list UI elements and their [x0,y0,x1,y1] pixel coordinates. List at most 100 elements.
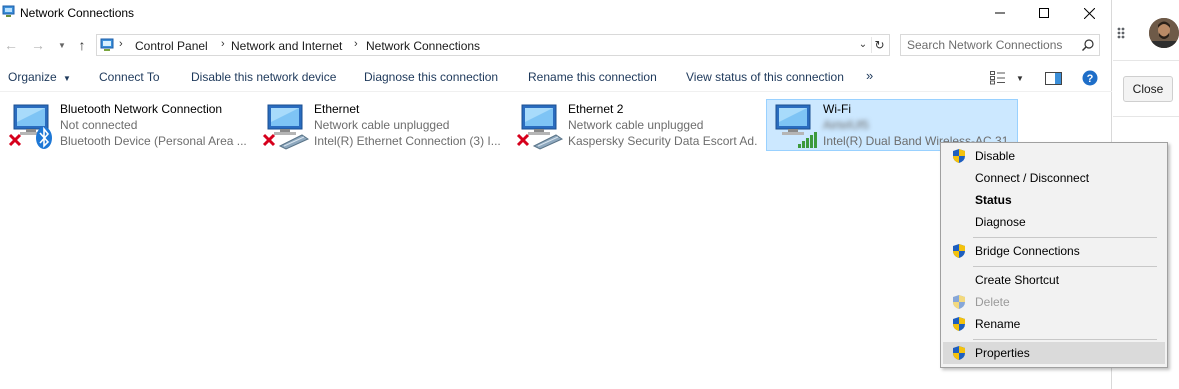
wifi-network-icon [775,104,817,148]
breadcrumb-control-panel[interactable]: Control Panel [135,39,208,53]
breadcrumb-separator: › [119,38,123,50]
refresh-icon: ↻ [874,38,885,52]
connection-bluetooth[interactable]: Bluetooth Network Connection Not connect… [4,99,256,151]
menu-item-label: Disable [975,149,1016,163]
connection-device: Kaspersky Security Data Escort Ad... [568,134,758,148]
ethernet-network-icon [516,104,564,150]
breadcrumb-separator: › [354,38,358,50]
recent-locations-button[interactable]: ▼ [54,37,70,53]
menu-item-rename[interactable]: Rename [943,313,1165,335]
menu-item-create-shortcut[interactable]: Create Shortcut [943,269,1165,291]
menu-separator [973,237,1157,238]
forward-button[interactable]: → [30,37,46,53]
breadcrumb-network-and-internet[interactable]: Network and Internet [231,39,342,53]
close-icon [1083,7,1095,19]
connection-device: Intel(R) Ethernet Connection (3) I... [314,134,501,148]
connection-status: AirtelUf5 [823,118,870,132]
menu-separator [973,266,1157,267]
connection-ethernet[interactable]: Ethernet Network cable unplugged Intel(R… [258,99,510,151]
chevron-down-icon: ⌄ [858,39,868,50]
svg-text:?: ? [1087,73,1094,85]
chevron-down-icon: ▼ [1016,73,1024,83]
menu-item-disable[interactable]: Disable [943,145,1165,167]
connection-ethernet-2[interactable]: Ethernet 2 Network cable unplugged Kaspe… [512,99,764,151]
breadcrumb-network-connections[interactable]: Network Connections [366,39,480,53]
divider [1113,60,1179,61]
back-arrow-icon: ← [4,37,18,53]
view-details-icon [990,71,1005,85]
more-commands-button[interactable]: » [866,68,873,83]
uac-shield-icon [953,244,965,258]
disconnected-x-icon [8,133,22,147]
address-history-dropdown[interactable]: ⌄ [855,37,871,53]
address-box[interactable]: › Control Panel › Network and Internet ›… [96,34,890,56]
disconnected-x-icon [516,133,530,147]
help-icon: ? [1082,70,1098,86]
menu-item-status[interactable]: Status [943,189,1165,211]
connection-name: Bluetooth Network Connection [60,102,223,116]
back-button[interactable]: ← [3,37,19,53]
help-button[interactable]: ? [1082,69,1098,87]
diagnose-connection-button[interactable]: Diagnose this connection [364,70,498,84]
refresh-button[interactable]: ↻ [871,37,887,53]
background-close-button[interactable]: Close [1123,76,1173,102]
organize-label: Organize [8,70,57,84]
minimize-icon [995,12,1005,14]
maximize-icon [1039,8,1049,18]
up-button[interactable]: ↑ [74,37,90,53]
menu-item-label: Create Shortcut [975,273,1060,287]
rename-connection-button[interactable]: Rename this connection [528,70,657,84]
menu-item-delete: Delete [943,291,1165,313]
user-photo-icon [1149,18,1179,48]
search-icon [1082,39,1094,51]
disable-device-button[interactable]: Disable this network device [191,70,336,84]
control-panel-icon [100,38,114,51]
forward-arrow-icon: → [31,37,45,53]
ethernet-network-icon [262,104,310,150]
view-status-button[interactable]: View status of this connection [686,70,844,84]
connection-status: Not connected [60,118,138,132]
menu-item-label: Connect / Disconnect [975,171,1090,185]
uac-shield-icon [953,317,965,331]
search-input[interactable] [907,38,1077,52]
breadcrumb-separator: › [221,38,225,50]
menu-item-connect-disconnect[interactable]: Connect / Disconnect [943,167,1165,189]
connection-status: Network cable unplugged [314,118,450,132]
menu-item-label: Bridge Connections [975,244,1080,258]
menu-item-diagnose[interactable]: Diagnose [943,211,1165,233]
disconnected-x-icon [262,133,276,147]
connect-to-button[interactable]: Connect To [99,70,160,84]
menu-item-label: Rename [975,317,1021,331]
chevron-down-icon: ▼ [58,40,66,50]
apps-grid-icon[interactable] [1117,27,1129,39]
window-title: Network Connections [20,6,135,20]
search-box[interactable] [900,34,1100,56]
connection-name: Ethernet 2 [568,102,624,116]
uac-shield-icon [953,346,965,360]
change-view-button[interactable]: ▼ [990,69,1024,87]
uac-shield-icon [953,295,965,309]
menu-item-label: Properties [975,346,1030,360]
preview-pane-icon [1045,71,1062,85]
preview-pane-button[interactable] [1045,69,1062,87]
command-bar: Organize ▼ Connect To Disable this netwo… [0,64,1112,92]
menu-separator [973,339,1157,340]
menu-item-label: Status [975,193,1012,207]
avatar[interactable] [1149,18,1179,48]
title-bar: Network Connections [0,0,1112,26]
network-folder-icon [2,5,15,17]
up-arrow-icon: ↑ [78,37,86,53]
dropdown-arrow-icon: ▼ [63,74,71,83]
organize-menu-button[interactable]: Organize ▼ [8,70,71,84]
uac-shield-icon [953,149,965,163]
menu-item-label: Delete [975,295,1010,309]
address-bar-row: ← → ▼ ↑ › Control Panel › Network and In… [0,32,1112,58]
divider [1113,116,1179,117]
menu-item-bridge-connections[interactable]: Bridge Connections [943,240,1165,262]
close-window-button[interactable] [1066,0,1112,26]
minimize-button[interactable] [977,0,1023,26]
menu-item-properties[interactable]: Properties [943,342,1165,364]
bluetooth-network-icon [8,104,52,149]
maximize-button[interactable] [1021,0,1067,26]
menu-item-label: Diagnose [975,215,1026,229]
